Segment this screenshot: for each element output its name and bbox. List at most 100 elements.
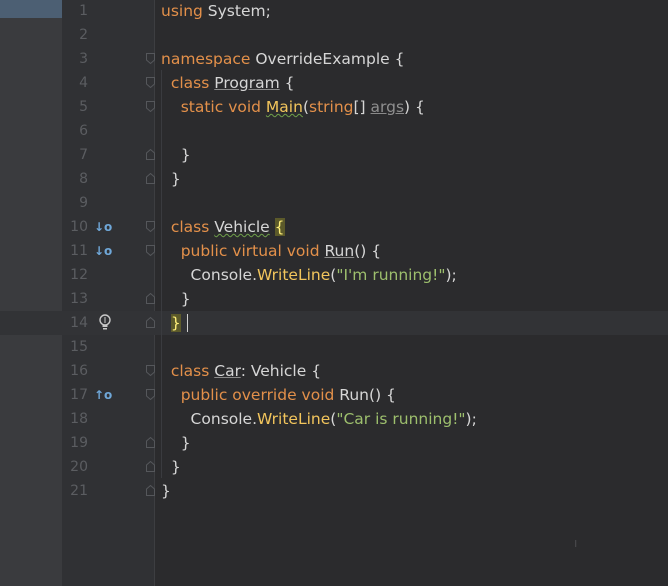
code-line[interactable]: 7 } (0, 143, 668, 167)
overrides-up-arrow-icon[interactable]: ↑o (94, 383, 112, 407)
fold-close-icon[interactable] (146, 461, 155, 472)
code-line[interactable]: 21} (0, 479, 668, 503)
code-text[interactable]: public override void Run() { (161, 383, 396, 407)
code-token: Vehicle (214, 218, 270, 236)
code-token: Program (214, 74, 280, 92)
code-token: class (161, 74, 215, 92)
line-number[interactable]: 6 (62, 119, 88, 143)
line-number[interactable]: 1 (62, 0, 88, 23)
code-token: Car (214, 362, 241, 380)
code-line[interactable]: 15 (0, 335, 668, 359)
line-number[interactable]: 14 (62, 311, 88, 335)
code-token: WriteLine (257, 266, 331, 284)
line-number[interactable]: 17 (62, 383, 88, 407)
code-text[interactable]: class Program { (161, 71, 295, 95)
code-token: class (161, 362, 215, 380)
line-number[interactable]: 15 (62, 335, 88, 359)
line-number[interactable]: 21 (62, 479, 88, 503)
code-line[interactable]: 17 ↑o public override void Run() { (0, 383, 668, 407)
line-number[interactable]: 13 (62, 287, 88, 311)
code-text[interactable]: public virtual void Run() { (161, 239, 381, 263)
fold-close-icon[interactable] (146, 149, 155, 160)
line-number[interactable]: 8 (62, 167, 88, 191)
code-token: Run (339, 386, 370, 404)
code-token: public virtual void (161, 242, 325, 260)
line-number[interactable]: 4 (62, 71, 88, 95)
line-number[interactable]: 10 (62, 215, 88, 239)
line-number[interactable]: 9 (62, 191, 88, 215)
code-line[interactable]: 18 Console.WriteLine("Car is running!"); (0, 407, 668, 431)
code-line[interactable]: 1 using System; (0, 0, 668, 23)
code-token: OverrideExample { (255, 50, 405, 68)
code-token: () { (354, 242, 382, 260)
code-token: } (161, 434, 191, 452)
code-line[interactable]: 14 } (0, 311, 668, 335)
code-text[interactable]: } (161, 455, 181, 479)
fold-close-icon[interactable] (146, 173, 155, 184)
code-line[interactable]: 2 (0, 23, 668, 47)
implemented-down-arrow-icon[interactable]: ↓o (94, 239, 112, 263)
code-line[interactable]: 16 class Car: Vehicle { (0, 359, 668, 383)
line-number[interactable]: 19 (62, 431, 88, 455)
code-token: class (161, 218, 215, 236)
code-line[interactable]: 11 ↓o public virtual void Run() { (0, 239, 668, 263)
code-line[interactable]: 6 (0, 119, 668, 143)
code-line[interactable]: 19 } (0, 431, 668, 455)
code-token: static void (161, 98, 266, 116)
fold-open-icon[interactable] (146, 365, 155, 376)
code-text[interactable]: } (161, 287, 191, 311)
code-line[interactable]: 5 static void Main(string[] args) { (0, 95, 668, 119)
line-number[interactable]: 12 (62, 263, 88, 287)
code-text[interactable]: Console.WriteLine("I'm running!"); (161, 263, 457, 287)
code-line[interactable]: 13 } (0, 287, 668, 311)
fold-open-icon[interactable] (146, 245, 155, 256)
code-line[interactable]: 9 (0, 191, 668, 215)
code-text[interactable]: } (161, 479, 171, 503)
code-text[interactable]: class Car: Vehicle { (161, 359, 321, 383)
code-line[interactable]: 3 namespace OverrideExample { (0, 47, 668, 71)
line-number[interactable]: 7 (62, 143, 88, 167)
code-token: ) { (404, 98, 425, 116)
code-line[interactable]: 10 ↓o class Vehicle { (0, 215, 668, 239)
code-token: : Vehicle { (240, 362, 322, 380)
code-text[interactable]: } (161, 167, 181, 191)
code-text[interactable]: } (161, 311, 181, 335)
line-number[interactable]: 2 (62, 23, 88, 47)
code-line[interactable]: 4 class Program { (0, 71, 668, 95)
fold-open-icon[interactable] (146, 101, 155, 112)
code-token: System; (207, 2, 271, 20)
code-token: Console. (161, 266, 258, 284)
fold-close-icon[interactable] (146, 317, 155, 328)
fold-open-icon[interactable] (146, 77, 155, 88)
code-line[interactable]: 12 Console.WriteLine("I'm running!"); (0, 263, 668, 287)
fold-open-icon[interactable] (146, 389, 155, 400)
code-token: } (170, 314, 181, 332)
fold-open-icon[interactable] (146, 53, 155, 64)
code-token: Console. (161, 410, 258, 428)
code-text[interactable]: } (161, 143, 191, 167)
code-line[interactable]: 8 } (0, 167, 668, 191)
code-text[interactable]: class Vehicle { (161, 215, 285, 239)
lightbulb-icon[interactable] (98, 314, 114, 332)
implemented-down-arrow-icon[interactable]: ↓o (94, 215, 112, 239)
line-number[interactable]: 20 (62, 455, 88, 479)
fold-close-icon[interactable] (146, 293, 155, 304)
line-number[interactable]: 18 (62, 407, 88, 431)
code-token: () { (369, 386, 396, 404)
fold-open-icon[interactable] (146, 221, 155, 232)
line-number[interactable]: 16 (62, 359, 88, 383)
code-text[interactable]: using System; (161, 0, 271, 23)
line-number[interactable]: 5 (62, 95, 88, 119)
code-text[interactable]: Console.WriteLine("Car is running!"); (161, 407, 477, 431)
code-line[interactable]: 20 } (0, 455, 668, 479)
fold-close-icon[interactable] (146, 437, 155, 448)
line-number[interactable]: 3 (62, 47, 88, 71)
code-text[interactable]: namespace OverrideExample { (161, 47, 404, 71)
code-text[interactable]: } (161, 431, 191, 455)
code-text[interactable]: static void Main(string[] args) { (161, 95, 425, 119)
fold-close-icon[interactable] (146, 485, 155, 496)
code-token: "I'm running!" (336, 266, 446, 284)
line-number[interactable]: 11 (62, 239, 88, 263)
code-token: } (161, 482, 171, 500)
